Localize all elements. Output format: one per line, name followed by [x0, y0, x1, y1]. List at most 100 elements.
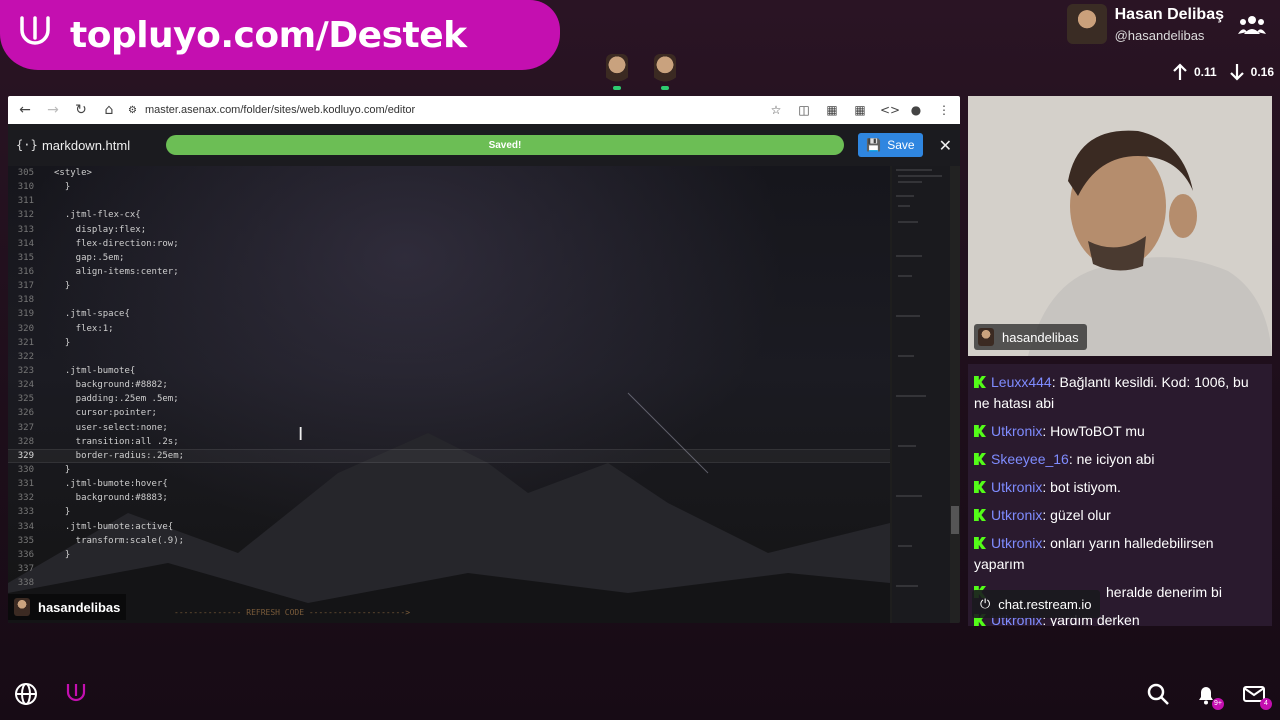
chat-message: Utkronix: onları yarın halledebilirsen y…	[974, 533, 1266, 575]
code-line[interactable]: 328 transition:all .2s;	[8, 435, 890, 449]
line-number: 323	[17, 366, 34, 377]
chat-text: güzel olur	[1050, 507, 1111, 523]
power-icon: ⏻	[980, 596, 991, 611]
avatar	[14, 598, 30, 616]
forward-icon[interactable]: →	[44, 101, 62, 119]
code-line[interactable]: 315 gap:.5em;	[8, 251, 890, 265]
code-line[interactable]: 318	[8, 293, 890, 307]
apps-icon[interactable]: ▦	[852, 103, 868, 117]
chat-message: Utkronix: güzel olur	[974, 505, 1266, 526]
chat-username[interactable]: Utkronix	[991, 423, 1042, 439]
bottom-right-tools: 9+ 4	[1146, 682, 1272, 710]
code-line[interactable]: 333 }	[8, 505, 890, 519]
scrollbar[interactable]	[950, 166, 960, 623]
url-text: master.asenax.com/folder/sites/web.kodlu…	[144, 104, 416, 116]
code-line[interactable]: 311	[8, 194, 890, 208]
code-minimap[interactable]	[892, 166, 950, 623]
line-number: 312	[17, 210, 34, 221]
code-text: background:#8882;	[54, 380, 168, 391]
code-line[interactable]: 322	[8, 350, 890, 364]
code-text: user-select:none;	[54, 422, 168, 433]
save-status-bar: Saved!	[165, 135, 845, 155]
code-line[interactable]: 331 .jtml-bumote:hover{	[8, 477, 890, 491]
people-icon[interactable]	[1238, 12, 1266, 38]
kick-icon	[974, 481, 986, 493]
chat-username[interactable]: Utkronix	[991, 535, 1042, 551]
code-line[interactable]: 312 .jtml-flex-cx{	[8, 208, 890, 222]
code-line[interactable]: 330 }	[8, 463, 890, 477]
code-line[interactable]: 327 user-select:none;	[8, 421, 890, 435]
code-line[interactable]: 313 display:flex;	[8, 223, 890, 237]
chat-username[interactable]: Leuxx444	[991, 374, 1052, 390]
browser-window: ← → ↻ ⌂ ⚙ master.asenax.com/folder/sites…	[8, 96, 960, 623]
line-number: 316	[17, 267, 34, 278]
line-number: 320	[17, 323, 34, 334]
mail-icon[interactable]: 4	[1242, 682, 1272, 710]
globe-icon[interactable]	[14, 682, 38, 708]
chat-username[interactable]: Utkronix	[991, 479, 1042, 495]
code-line[interactable]: 316 align-items:center;	[8, 265, 890, 279]
viewer-avatar[interactable]	[606, 54, 628, 90]
line-number: 336	[17, 549, 34, 560]
bookmark-star-icon[interactable]: ☆	[768, 103, 784, 117]
code-line[interactable]: 310 }	[8, 180, 890, 194]
devtools-icon[interactable]: <>	[880, 103, 900, 117]
line-number: 332	[17, 493, 34, 504]
cast-icon[interactable]: ▦	[824, 103, 840, 117]
code-line[interactable]: 332 background:#8883;	[8, 491, 890, 505]
scrollbar-thumb[interactable]	[951, 506, 959, 534]
code-line[interactable]: 321 }	[8, 336, 890, 350]
site-info-icon[interactable]: ⚙	[128, 105, 137, 116]
line-number: 318	[17, 295, 34, 306]
code-line[interactable]: 320 flex:1;	[8, 322, 890, 336]
search-icon[interactable]	[1146, 682, 1170, 708]
code-line[interactable]: 319 .jtml-space{	[8, 307, 890, 321]
back-icon[interactable]: ←	[16, 101, 34, 119]
chat-text: heralde denerim bi	[1106, 584, 1222, 600]
menu-icon[interactable]: ⋮	[936, 103, 952, 117]
chat-message: Leuxx444: Bağlantı kesildi. Kod: 1006, b…	[974, 372, 1266, 414]
line-number: 325	[17, 394, 34, 405]
profile[interactable]: Hasan Delibaş @hasandelibas	[1066, 4, 1224, 44]
bell-icon[interactable]: 9+	[1194, 682, 1224, 710]
address-bar[interactable]: ⚙ master.asenax.com/folder/sites/web.kod…	[128, 104, 758, 116]
code-line[interactable]: 335 transform:scale(.9);	[8, 534, 890, 548]
code-line[interactable]: 305 <style>	[8, 166, 890, 180]
kick-icon	[974, 509, 986, 521]
code-line[interactable]: 338	[8, 576, 890, 590]
code-line[interactable]: 329 border-radius:.25em;	[8, 448, 890, 463]
home-icon[interactable]: ⌂	[100, 101, 118, 119]
line-number: 321	[17, 337, 34, 348]
kick-icon	[974, 453, 986, 465]
code-line[interactable]: 324 background:#8882;	[8, 378, 890, 392]
extensions-icon[interactable]: ◫	[796, 103, 812, 117]
topluyo-small-icon[interactable]	[64, 682, 88, 708]
bandwidth-stats: 0.11 0.16	[1170, 62, 1274, 82]
code-line[interactable]: 334 .jtml-bumote:active{	[8, 520, 890, 534]
reload-icon[interactable]: ↻	[72, 101, 90, 119]
save-button[interactable]: 💾 Save	[858, 133, 923, 157]
line-number: 337	[17, 564, 34, 574]
code-line[interactable]: 336 }	[8, 548, 890, 562]
account-icon[interactable]: ●	[908, 103, 924, 117]
code-line[interactable]: 337	[8, 562, 890, 576]
arrow-down-icon	[1229, 64, 1244, 81]
topluyo-logo-icon	[14, 14, 56, 56]
code-line[interactable]: 323 .jtml-bumote{	[8, 364, 890, 378]
code-line[interactable]: 317 }	[8, 279, 890, 293]
close-icon[interactable]: ✕	[939, 136, 952, 155]
line-number: 327	[17, 422, 34, 433]
code-text: }	[54, 281, 71, 292]
brand-title: topluyo.com/Destek	[70, 14, 467, 56]
code-line[interactable]: 325 padding:.25em .5em;	[8, 392, 890, 406]
code-line[interactable]: 326 cursor:pointer;	[8, 406, 890, 420]
avatar[interactable]	[1066, 4, 1107, 44]
chat-username[interactable]: Skeeyee_16	[991, 451, 1069, 467]
arrow-up-icon	[1173, 63, 1187, 80]
line-number: 322	[17, 351, 34, 362]
chat-username[interactable]: Utkronix	[991, 507, 1042, 523]
viewer-avatar[interactable]	[654, 54, 676, 90]
code-text: border-radius:.25em;	[54, 450, 185, 461]
code-line[interactable]: 314 flex-direction:row;	[8, 237, 890, 251]
code-editor[interactable]: 305 <style> 310 } 311 312 .jtml-flex-cx{313 …	[8, 166, 890, 623]
